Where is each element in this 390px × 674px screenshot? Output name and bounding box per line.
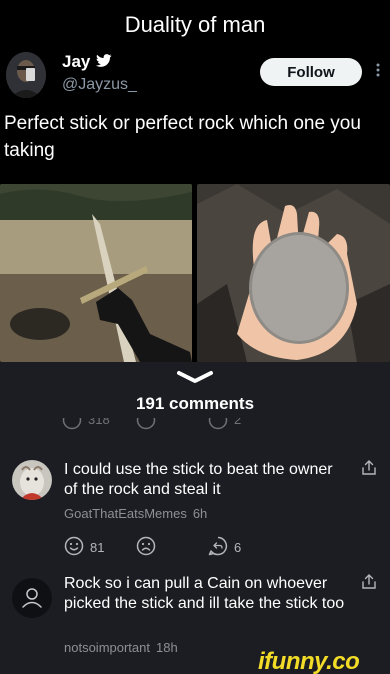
smile-count: 81 [90,540,105,555]
share-icon[interactable] [362,574,376,590]
comment-username[interactable]: notsoimportant [64,640,150,655]
ghost-smile-count: 318 [88,418,110,427]
author-avatar[interactable] [6,52,46,98]
verified-bird-icon [96,52,112,72]
unsmile-button[interactable] [136,536,156,559]
comment-actions: 81 6 [64,536,264,556]
comments-count: 191 comments [135,394,255,413]
chevron-down-icon[interactable] [173,370,217,384]
tweet-header: Jay @Jayzus_ Follow [0,52,390,104]
comment-username[interactable]: GoatThatEatsMemes [64,506,187,521]
reply-button[interactable]: 6 [208,536,241,559]
reply-count: 6 [234,540,242,555]
ifunny-watermark: ifunny.co [258,648,360,674]
share-icon[interactable] [362,460,376,476]
frown-icon [136,536,156,559]
follow-button[interactable]: Follow [260,58,362,86]
comment-meta: notsoimportant 18h [64,640,178,655]
more-icon[interactable] [374,62,382,78]
author-name[interactable]: Jay [62,52,112,72]
comment-text: Rock so i can pull a Cain on whoever pic… [64,575,345,612]
ghost-reply-count: 2 [234,418,242,427]
rock-photo[interactable] [197,184,390,362]
user-placeholder-icon [12,588,52,618]
commenter-avatar[interactable] [12,578,52,618]
comment-text: I could use the stick to beat the owner … [64,461,333,498]
smile-button[interactable]: 81 [64,536,104,559]
comment-meta: GoatThatEatsMemes 6h [64,506,207,521]
commenter-avatar[interactable] [12,460,52,500]
comment-time: 18h [156,640,178,655]
smile-icon [64,536,84,559]
meme-caption: Duality of man [124,12,266,37]
author-handle[interactable]: @Jayzus_ [62,76,137,94]
stick-photo[interactable] [0,184,192,362]
comment-time: 6h [192,506,208,521]
comments-panel: 191 comments 318 2 I could use the stick… [0,362,390,674]
ghost-action-row: 318 2 [0,418,390,436]
tweet-photos [0,184,390,362]
tweet-text: Perfect stick or perfect rock which one … [4,113,361,161]
reply-icon [208,536,228,559]
